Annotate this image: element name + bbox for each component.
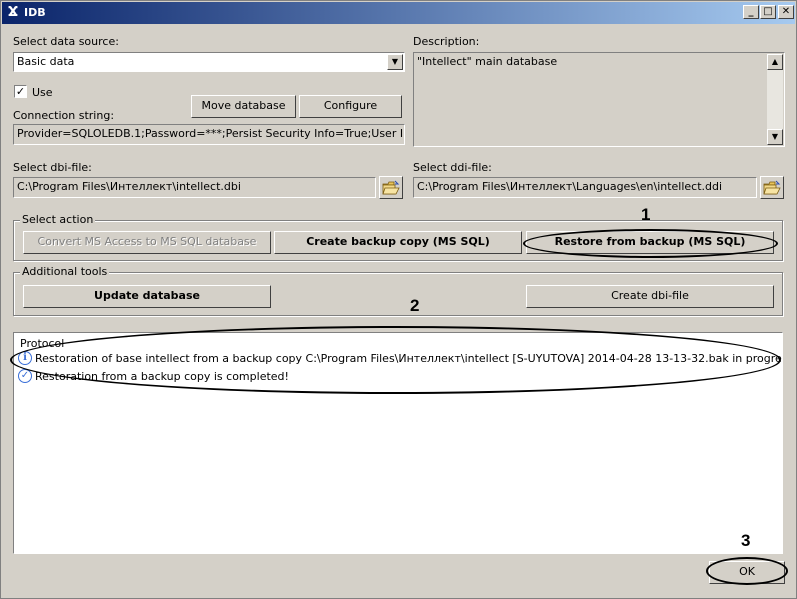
- dbi-file-label: Select dbi-file:: [13, 161, 92, 174]
- open-folder-icon: [382, 180, 400, 195]
- move-database-button[interactable]: Move database: [191, 95, 296, 118]
- title-bar: Ϫ IDB _ □ ✕: [2, 2, 795, 24]
- highlight-ellipse-restore: [523, 229, 778, 258]
- select-action-title: Select action: [20, 213, 96, 226]
- additional-tools-title: Additional tools: [20, 265, 110, 278]
- open-folder-icon: [763, 180, 781, 195]
- scroll-up-icon[interactable]: ▲: [767, 54, 783, 70]
- callout-number-3: 3: [741, 531, 751, 550]
- minimize-button[interactable]: _: [743, 5, 759, 19]
- ddi-file-label: Select ddi-file:: [413, 161, 492, 174]
- data-source-select[interactable]: Basic data ▼: [13, 52, 405, 72]
- dbi-file-field[interactable]: C:\Program Files\Интеллект\intellect.dbi: [13, 177, 376, 198]
- idb-window: Ϫ IDB _ □ ✕ Select data source: Basic da…: [0, 0, 797, 599]
- use-label: Use: [32, 86, 53, 99]
- callout-number-1: 1: [641, 205, 651, 224]
- app-logo-icon: Ϫ: [7, 5, 19, 20]
- use-checkbox[interactable]: ✓: [14, 85, 27, 98]
- connection-string-field[interactable]: Provider=SQLOLEDB.1;Password=***;Persist…: [13, 124, 405, 145]
- configure-button[interactable]: Configure: [299, 95, 402, 118]
- data-source-value: Basic data: [17, 55, 75, 68]
- description-label: Description:: [413, 35, 480, 48]
- callout-number-2: 2: [410, 296, 420, 315]
- scroll-down-icon[interactable]: ▼: [767, 129, 783, 145]
- ddi-file-field[interactable]: C:\Program Files\Интеллект\Languages\en\…: [413, 177, 757, 198]
- highlight-ellipse-ok: [706, 557, 788, 585]
- check-icon: ✓: [18, 369, 32, 383]
- description-text: "Intellect" main database: [417, 55, 558, 68]
- create-dbi-file-button[interactable]: Create dbi-file: [526, 285, 774, 308]
- window-title: IDB: [24, 6, 46, 19]
- ddi-browse-button[interactable]: [760, 176, 784, 199]
- create-backup-button[interactable]: Create backup copy (MS SQL): [274, 231, 522, 254]
- dbi-browse-button[interactable]: [379, 176, 403, 199]
- update-database-button[interactable]: Update database: [23, 285, 271, 308]
- data-source-label: Select data source:: [13, 35, 119, 48]
- description-textarea[interactable]: "Intellect" main database: [413, 52, 785, 147]
- maximize-button[interactable]: □: [760, 5, 776, 19]
- convert-access-button[interactable]: Convert MS Access to MS SQL database: [23, 231, 271, 254]
- highlight-ellipse-protocol: [10, 326, 781, 394]
- dropdown-arrow-icon[interactable]: ▼: [387, 54, 403, 70]
- close-button[interactable]: ✕: [778, 5, 794, 19]
- connection-string-label: Connection string:: [13, 109, 115, 122]
